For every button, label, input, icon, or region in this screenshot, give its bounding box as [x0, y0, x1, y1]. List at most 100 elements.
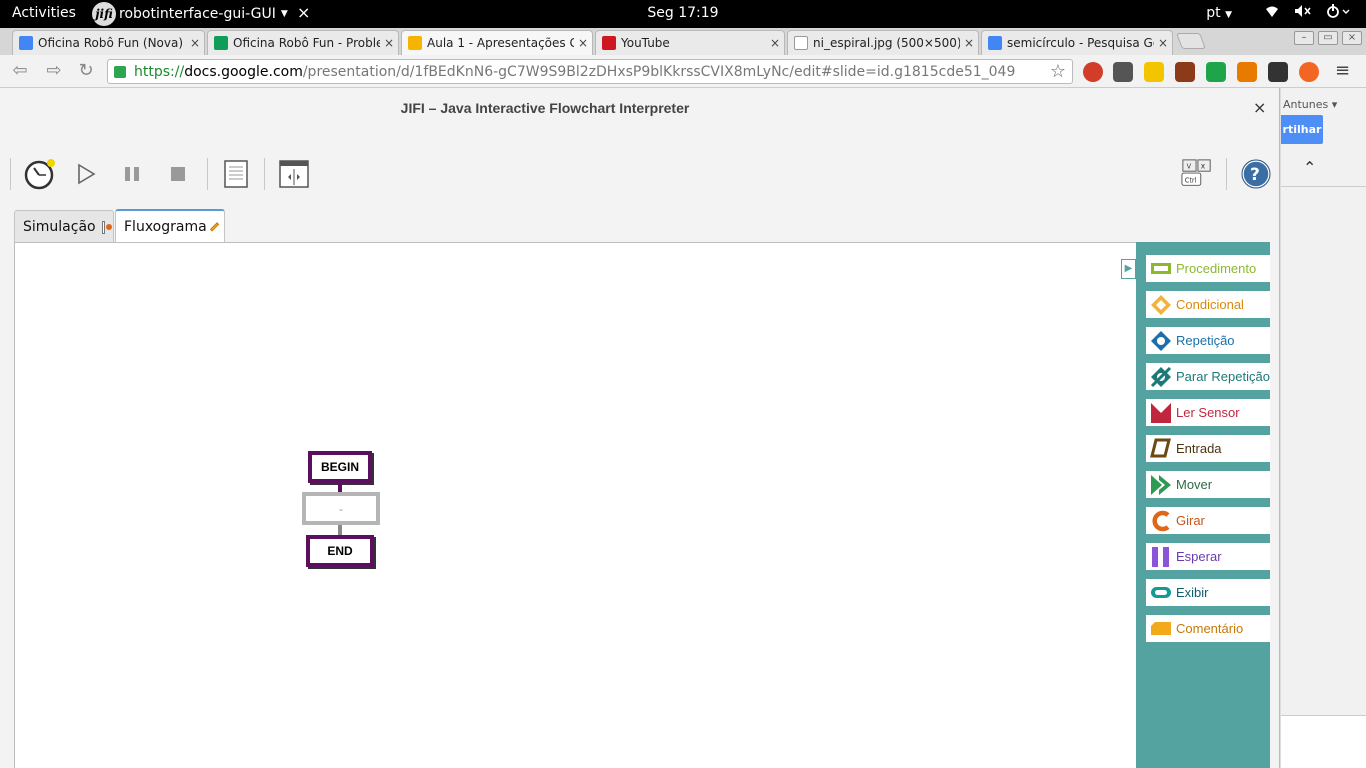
- palette-loop[interactable]: Repetição: [1146, 327, 1270, 354]
- document-icon[interactable]: [220, 158, 252, 190]
- close-tab-icon[interactable]: ×: [1154, 36, 1172, 50]
- slides-background-panel: Antunes ▾ rtilhar ⌃: [1280, 88, 1366, 768]
- palette-stop-loop[interactable]: Parar Repetição: [1146, 363, 1270, 390]
- extension-icon[interactable]: [1083, 62, 1103, 82]
- close-icon[interactable]: ×: [1253, 98, 1266, 117]
- extension-icon[interactable]: [1144, 62, 1164, 82]
- youtube-icon: [602, 36, 616, 50]
- close-tab-icon[interactable]: ×: [186, 36, 204, 50]
- move-icon: [1151, 474, 1171, 495]
- slide-area: [1281, 716, 1366, 768]
- browser-tab-active[interactable]: Aula 1 - Apresentações Go ×: [401, 30, 593, 55]
- slides-icon: [408, 36, 422, 50]
- account-name[interactable]: Antunes ▾: [1283, 98, 1337, 111]
- wifi-icon[interactable]: [1264, 4, 1280, 22]
- maximize-icon[interactable]: ▭: [1318, 31, 1338, 45]
- toolbar-separator: [10, 158, 11, 190]
- palette-input[interactable]: Entrada: [1146, 435, 1270, 462]
- play-icon[interactable]: [70, 158, 102, 190]
- browser-tab-strip: Oficina Robô Fun (Nova) - × Oficina Robô…: [0, 28, 1366, 55]
- drive-icon: [19, 36, 33, 50]
- extension-icon[interactable]: [1268, 62, 1288, 82]
- procedure-icon: [1151, 262, 1171, 274]
- power-icon[interactable]: [1326, 4, 1352, 22]
- collapse-chevron-icon[interactable]: ⌃: [1303, 158, 1316, 177]
- palette-turn[interactable]: Girar: [1146, 507, 1270, 534]
- keyboard-shortcut-icon[interactable]: Vx Ctrl: [1181, 158, 1213, 190]
- share-button[interactable]: rtilhar: [1281, 115, 1323, 144]
- comment-icon: [1151, 621, 1171, 635]
- pocket-icon[interactable]: [1113, 62, 1133, 82]
- menu-icon[interactable]: ≡: [1335, 60, 1350, 81]
- tab-flowchart[interactable]: Fluxograma: [115, 209, 225, 243]
- svg-text:Ctrl: Ctrl: [1185, 176, 1197, 184]
- sheets-icon: [214, 36, 228, 50]
- display-icon: [1151, 586, 1171, 598]
- close-tab-icon[interactable]: ×: [960, 36, 978, 50]
- reload-icon[interactable]: ↻: [74, 60, 98, 82]
- window-title: JIFI – Java Interactive Flowchart Interp…: [400, 100, 690, 116]
- extension-icon[interactable]: [1237, 62, 1257, 82]
- input-icon: [1150, 438, 1171, 457]
- stop-icon[interactable]: [162, 158, 194, 190]
- svg-text:V: V: [1187, 162, 1192, 170]
- connector-line: [338, 525, 342, 535]
- palette-wait[interactable]: Esperar: [1146, 543, 1270, 570]
- palette-move[interactable]: Mover: [1146, 471, 1270, 498]
- begin-block[interactable]: BEGIN: [308, 451, 372, 483]
- tab-simulation[interactable]: Simulação: [14, 210, 114, 243]
- extension-icon[interactable]: [1175, 62, 1195, 82]
- minimize-icon[interactable]: –: [1294, 31, 1314, 45]
- volume-icon[interactable]: [1294, 4, 1312, 22]
- close-tab-icon[interactable]: ×: [380, 36, 398, 50]
- forward-icon[interactable]: ⇨: [42, 60, 66, 82]
- browser-tab[interactable]: YouTube ×: [595, 30, 785, 55]
- divider: [1281, 186, 1366, 187]
- split-view-icon[interactable]: [278, 158, 310, 190]
- collapse-palette-icon[interactable]: ▶: [1121, 259, 1136, 279]
- help-icon[interactable]: ?: [1240, 158, 1272, 190]
- browser-tab[interactable]: Oficina Robô Fun (Nova) - ×: [12, 30, 205, 55]
- system-tray: pt ▼: [1206, 4, 1352, 22]
- conditional-icon: [1151, 294, 1171, 315]
- toolbar-separator: [1226, 158, 1227, 190]
- browser-tab[interactable]: ni_espiral.jpg (500×500) ×: [787, 30, 979, 55]
- bookmark-star-icon[interactable]: ☆: [1050, 61, 1066, 82]
- end-block[interactable]: END: [306, 535, 374, 567]
- flowchart-canvas[interactable]: BEGIN - END: [14, 242, 1136, 768]
- flowchart-diamond-icon: [209, 222, 220, 232]
- svg-text:?: ?: [1250, 165, 1260, 185]
- pause-icon[interactable]: [116, 158, 148, 190]
- simulation-icon: [101, 220, 112, 234]
- svg-text:x: x: [1201, 161, 1206, 170]
- palette-display[interactable]: Exibir: [1146, 579, 1270, 606]
- language-indicator[interactable]: pt ▼: [1206, 5, 1232, 21]
- system-top-bar: Activities jifi robotinterface-gui-GUI ▼…: [0, 0, 1366, 28]
- close-tab-icon[interactable]: ×: [766, 36, 784, 50]
- empty-block-slot[interactable]: -: [302, 492, 380, 525]
- palette-procedure[interactable]: Procedimento: [1146, 255, 1270, 282]
- turn-icon: [1152, 510, 1170, 531]
- loop-icon: [1151, 330, 1171, 351]
- browser-tab[interactable]: semicírculo - Pesquisa Goo ×: [981, 30, 1173, 55]
- lock-icon: [114, 65, 126, 78]
- new-tab-button[interactable]: [1176, 33, 1206, 49]
- clock[interactable]: Seg 17:19: [0, 5, 1366, 21]
- back-icon[interactable]: ⇦: [8, 60, 32, 82]
- block-palette: ▶ Procedimento Condicional Repetição Par…: [1121, 242, 1270, 768]
- toolbar-separator: [264, 158, 265, 190]
- clock-speed-icon[interactable]: [24, 158, 56, 190]
- toolbar-separator: [207, 158, 208, 190]
- wait-icon: [1152, 546, 1169, 567]
- sensor-icon: [1151, 402, 1171, 423]
- close-tab-icon[interactable]: ×: [574, 36, 592, 50]
- browser-tab[interactable]: Oficina Robô Fun - Problem ×: [207, 30, 399, 55]
- palette-conditional[interactable]: Condicional: [1146, 291, 1270, 318]
- close-window-icon[interactable]: ×: [1342, 31, 1362, 45]
- palette-read-sensor[interactable]: Ler Sensor: [1146, 399, 1270, 426]
- extension-icon[interactable]: [1206, 62, 1226, 82]
- window-controls: – ▭ ×: [1294, 31, 1362, 45]
- palette-comment[interactable]: Comentário: [1146, 615, 1270, 642]
- address-bar[interactable]: https://docs.google.com/presentation/d/1…: [107, 59, 1073, 84]
- extension-icon[interactable]: [1299, 62, 1319, 82]
